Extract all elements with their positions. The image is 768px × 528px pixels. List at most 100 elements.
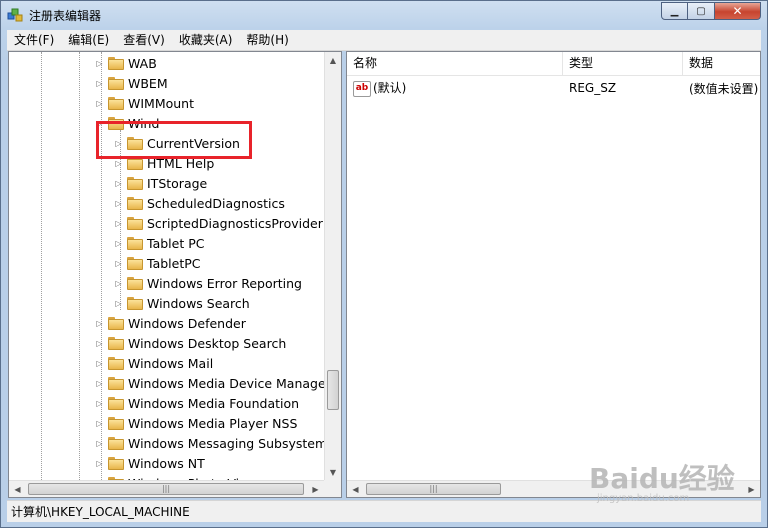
table-row[interactable]: ab (默认) REG_SZ (数值未设置)	[347, 78, 760, 98]
window-controls: ▁ ▢ ✕	[661, 2, 761, 20]
tree-item[interactable]: ▷ TabletPC	[114, 253, 201, 273]
expand-arrow-icon[interactable]: ▷	[95, 359, 104, 368]
tree-item[interactable]: ▷ WBEM	[95, 73, 167, 93]
status-path: 计算机\HKEY_LOCAL_MACHINE	[11, 505, 190, 519]
tree-item-label: TabletPC	[147, 255, 201, 271]
tree-item-label: Windows Error Reporting	[147, 275, 302, 291]
close-button[interactable]: ✕	[715, 2, 761, 20]
value-name: (默认)	[373, 81, 407, 96]
tree-item[interactable]: ▷ Windows Messaging Subsystem	[95, 433, 327, 453]
scroll-left-icon[interactable]: ◀	[347, 481, 364, 497]
menu-file[interactable]: 文件(F)	[7, 30, 61, 50]
tree-guide-line	[79, 52, 80, 482]
folder-icon	[127, 276, 143, 290]
folder-icon	[108, 336, 124, 350]
tree-item[interactable]: ▷ WIMMount	[95, 93, 194, 113]
menu-edit[interactable]: 编辑(E)	[61, 30, 116, 50]
maximize-button[interactable]: ▢	[688, 2, 715, 20]
minimize-icon: ▁	[670, 5, 679, 17]
tree-item[interactable]: ▷ ScriptedDiagnosticsProvider	[114, 213, 323, 233]
tree-item-label: Windows Media Device Manager	[128, 375, 331, 391]
expand-arrow-icon[interactable]: ▷	[95, 79, 104, 88]
expand-arrow-icon[interactable]: ▷	[95, 59, 104, 68]
column-header-data[interactable]: 数据	[683, 52, 760, 75]
column-header-name[interactable]: 名称	[347, 52, 563, 75]
tree-item-label: Windows Desktop Search	[128, 335, 287, 351]
menu-bar: 文件(F) 编辑(E) 查看(V) 收藏夹(A) 帮助(H)	[7, 30, 761, 51]
registry-tree-pane: ▷ WAB ▷ WBEM ▷ WIMMount ▷ Wind ▷ CurrentVersion ▷ H…	[8, 51, 342, 498]
h-scroll-thumb[interactable]: |||	[366, 483, 501, 495]
scroll-left-icon[interactable]: ◀	[9, 481, 26, 497]
tree-item[interactable]: ▷ Windows Media Player NSS	[95, 413, 297, 433]
title-bar: 注册表编辑器 ▁ ▢ ✕	[1, 1, 767, 29]
folder-icon	[108, 456, 124, 470]
value-data: (数值未设置)	[689, 81, 759, 96]
expand-arrow-icon[interactable]: ▷	[95, 319, 104, 328]
expand-arrow-icon[interactable]: ▷	[114, 179, 123, 188]
tree-item-label: Windows Messaging Subsystem	[128, 435, 328, 451]
scroll-right-icon[interactable]: ▶	[307, 481, 324, 497]
menu-help[interactable]: 帮助(H)	[239, 30, 295, 50]
column-header-type[interactable]: 类型	[563, 52, 683, 75]
value-name-cell: ab (默认)	[347, 79, 563, 97]
tree-item-label: WAB	[128, 55, 157, 71]
folder-icon	[108, 356, 124, 370]
folder-icon	[127, 196, 143, 210]
tree-item[interactable]: ▷ WAB	[95, 53, 157, 73]
tree-item[interactable]: ▷ ScheduledDiagnostics	[114, 193, 285, 213]
tree-item-label: Windows Media Foundation	[128, 395, 300, 411]
tree-item[interactable]: ▷ Windows Defender	[95, 313, 246, 333]
tree-item-label: Windows NT	[128, 455, 205, 471]
folder-icon	[108, 436, 124, 450]
tree-item[interactable]: ▷ Windows NT	[95, 453, 205, 473]
tree-item[interactable]: ▷ Tablet PC	[114, 233, 204, 253]
tree-item[interactable]: ▷ Windows Error Reporting	[114, 273, 302, 293]
registry-editor-window: 注册表编辑器 ▁ ▢ ✕ 文件(F) 编辑(E) 查看(V) 收藏夹(A) 帮助…	[0, 0, 768, 528]
registry-icon	[7, 8, 23, 22]
value-type: REG_SZ	[569, 81, 617, 95]
folder-icon	[127, 256, 143, 270]
tree-item-label: Windows Defender	[128, 315, 246, 331]
tree-item[interactable]: ▷ Windows Media Foundation	[95, 393, 299, 413]
expand-arrow-icon[interactable]: ▷	[95, 379, 104, 388]
tree-item-label: Windows Media Player NSS	[128, 415, 298, 431]
expand-arrow-icon[interactable]: ▷	[114, 239, 123, 248]
expand-arrow-icon[interactable]: ▷	[95, 419, 104, 428]
expand-arrow-icon[interactable]: ▷	[114, 199, 123, 208]
expand-arrow-icon[interactable]: ▷	[114, 279, 123, 288]
expand-arrow-icon[interactable]: ▷	[95, 439, 104, 448]
folder-icon	[108, 376, 124, 390]
maximize-icon: ▢	[696, 5, 706, 17]
tree-item[interactable]: ▷ Windows Search	[114, 293, 249, 313]
h-scroll-thumb[interactable]: |||	[28, 483, 304, 495]
menu-view[interactable]: 查看(V)	[116, 30, 172, 50]
tree-horizontal-scrollbar[interactable]: ◀ ||| ▶	[9, 480, 324, 497]
folder-icon	[108, 416, 124, 430]
folder-icon	[108, 396, 124, 410]
scroll-down-icon[interactable]: ▼	[325, 464, 341, 481]
tree-item[interactable]: ▷ ITStorage	[114, 173, 207, 193]
scroll-thumb[interactable]	[327, 370, 339, 410]
tree-item-label: ScriptedDiagnosticsProvider	[147, 215, 323, 231]
expand-arrow-icon[interactable]: ▷	[114, 259, 123, 268]
expand-arrow-icon[interactable]: ▷	[95, 99, 104, 108]
scroll-up-icon[interactable]: ▲	[325, 52, 341, 69]
expand-arrow-icon[interactable]: ▷	[114, 219, 123, 228]
expand-arrow-icon[interactable]: ▷	[95, 459, 104, 468]
expand-arrow-icon[interactable]: ▷	[114, 299, 123, 308]
expand-arrow-icon[interactable]: ▷	[95, 339, 104, 348]
tree-item[interactable]: ▷ Windows Media Device Manager	[95, 373, 331, 393]
minimize-button[interactable]: ▁	[661, 2, 688, 20]
watermark-logo: Baidu经验	[589, 462, 735, 495]
scroll-right-icon[interactable]: ▶	[743, 481, 760, 497]
folder-icon	[127, 236, 143, 250]
string-value-icon: ab	[353, 80, 371, 97]
menu-favorites[interactable]: 收藏夹(A)	[172, 30, 240, 50]
expand-arrow-icon[interactable]: ▷	[95, 399, 104, 408]
tree-item[interactable]: ▷ Windows Mail	[95, 353, 213, 373]
folder-icon	[127, 176, 143, 190]
tree-vertical-scrollbar[interactable]: ▲ ▼	[324, 52, 341, 481]
expand-arrow-icon[interactable]: ▷	[114, 159, 123, 168]
folder-icon	[108, 316, 124, 330]
tree-item[interactable]: ▷ Windows Desktop Search	[95, 333, 286, 353]
